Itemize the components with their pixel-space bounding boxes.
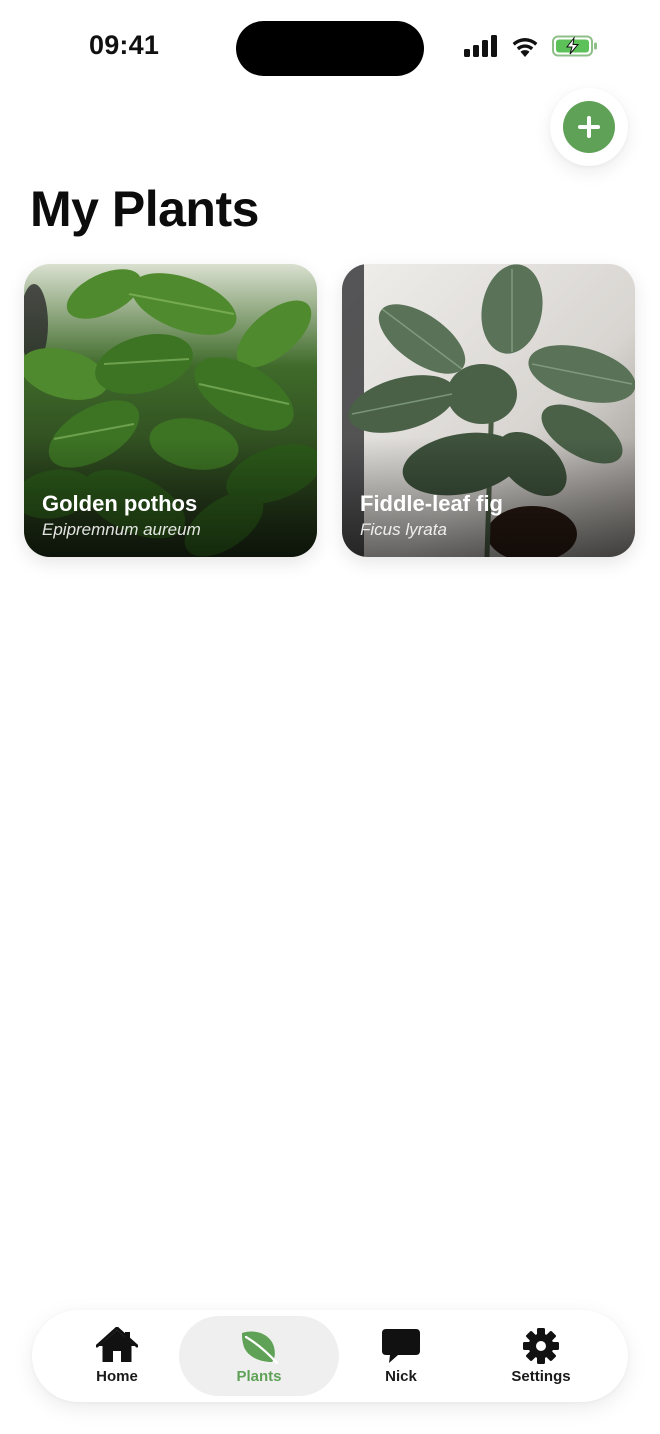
house-icon xyxy=(96,1327,138,1365)
tab-settings[interactable]: Settings xyxy=(461,1316,621,1396)
tab-label: Nick xyxy=(385,1368,417,1385)
plant-name: Golden pothos xyxy=(42,491,198,516)
battery-charging-icon xyxy=(552,35,597,57)
wifi-icon xyxy=(512,38,538,57)
tab-home[interactable]: Home xyxy=(37,1316,197,1396)
status-time: 09:41 xyxy=(89,30,160,60)
tab-label: Home xyxy=(96,1368,138,1385)
tab-label: Plants xyxy=(236,1368,282,1385)
cellular-signal-icon xyxy=(464,35,497,57)
tab-label: Settings xyxy=(511,1368,571,1385)
dynamic-island xyxy=(236,21,424,76)
add-plant-button-container xyxy=(550,88,628,166)
plus-icon xyxy=(578,116,600,138)
plant-card[interactable]: Golden pothos Epipremnum aureum xyxy=(24,264,317,557)
gear-icon xyxy=(520,1327,562,1365)
status-icons xyxy=(464,35,598,57)
tab-plants[interactable]: Plants xyxy=(179,1316,339,1396)
plant-card[interactable]: Fiddle-leaf fig Ficus lyrata xyxy=(342,264,635,557)
plant-scientific-name: Epipremnum aureum xyxy=(42,520,201,539)
page-title: My Plants xyxy=(30,181,259,237)
tab-bar: Home Plants Nick Settings xyxy=(32,1310,628,1402)
chat-bubble-icon xyxy=(380,1327,422,1365)
plant-scientific-name: Ficus lyrata xyxy=(360,520,447,539)
leaf-icon xyxy=(238,1327,280,1365)
tab-nick[interactable]: Nick xyxy=(321,1316,481,1396)
plant-name: Fiddle-leaf fig xyxy=(360,491,503,516)
add-plant-button[interactable] xyxy=(563,101,615,153)
